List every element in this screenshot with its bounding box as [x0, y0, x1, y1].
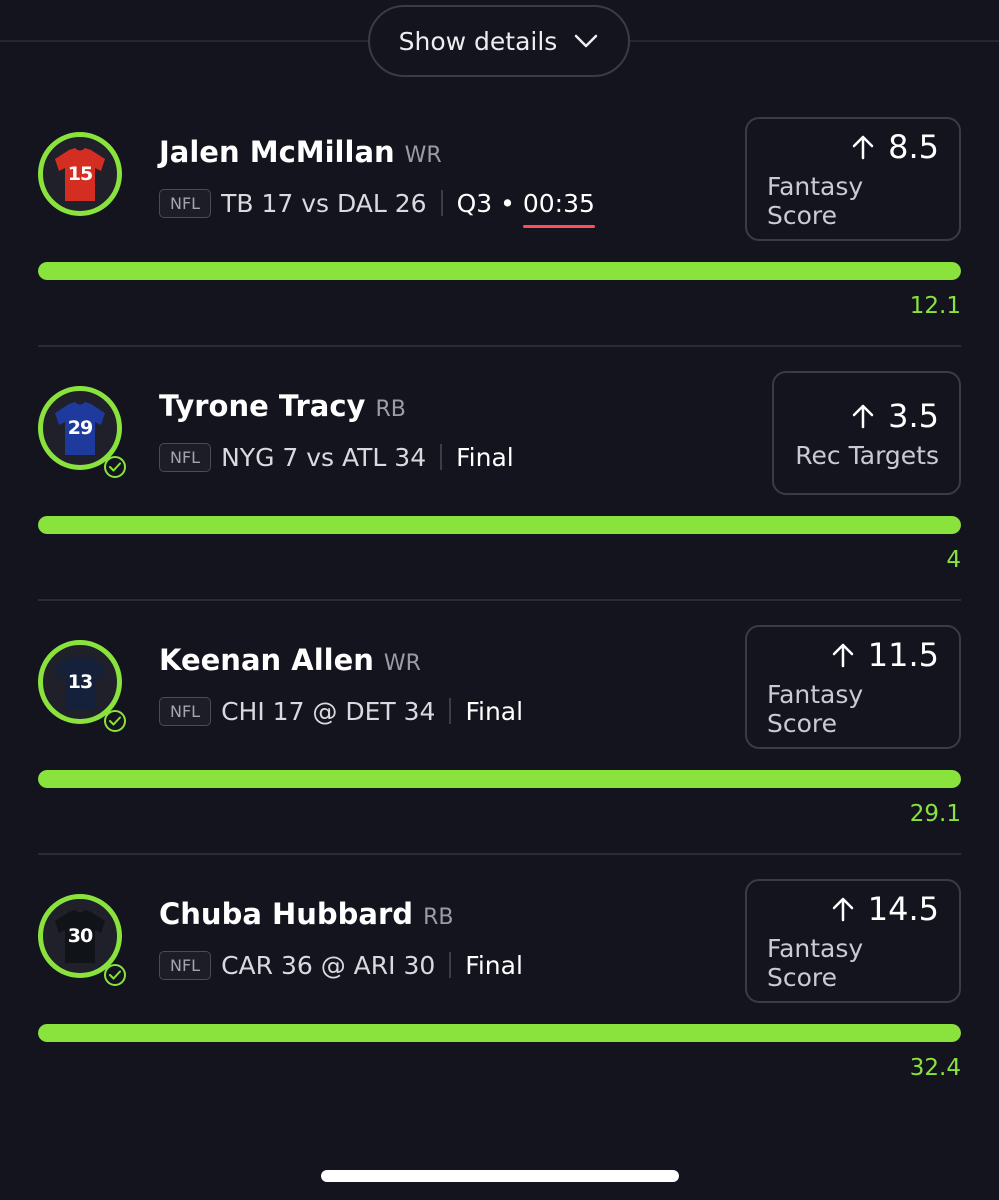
player-name: Jalen McMillan WR — [159, 135, 442, 169]
row-divider — [38, 853, 961, 855]
pick-row[interactable]: 15 Jalen McMillan WR NFL TB 17 vs DAL 26 … — [0, 117, 999, 372]
separator — [449, 952, 452, 978]
matchup: TB 17 vs DAL 26 — [221, 188, 427, 218]
arrow-up-icon — [852, 404, 874, 428]
progress-bar — [38, 262, 961, 280]
check-icon — [104, 710, 126, 732]
game-status: Final — [465, 950, 523, 980]
arrow-up-icon — [832, 643, 853, 668]
matchup: CHI 17 @ DET 34 — [221, 696, 436, 726]
stat-type: Fantasy Score — [767, 680, 864, 738]
projection-value: 3.5 — [888, 396, 939, 435]
player-name-text: Jalen McMillan — [159, 135, 395, 169]
jersey-number: 30 — [67, 925, 93, 947]
pick-row[interactable]: 30 Chuba Hubbard RB NFL CAR 36 @ ARI 30 F… — [0, 879, 999, 1134]
projection-value: 8.5 — [888, 128, 939, 166]
player-position: RB — [375, 397, 406, 422]
projection-value: 14.5 — [867, 890, 939, 928]
game-status: Final — [456, 442, 514, 472]
player-name-text: Chuba Hubbard — [159, 897, 414, 931]
league-badge: NFL — [159, 950, 212, 980]
game-info: NFL CHI 17 @ DET 34 Final — [159, 694, 523, 728]
jersey-number: 15 — [67, 163, 93, 185]
stat-type: Fantasy Score — [767, 172, 864, 230]
chevron-down-icon — [575, 34, 598, 48]
player-name: Keenan Allen WR — [159, 643, 421, 677]
player-name: Tyrone Tracy RB — [159, 389, 406, 423]
player-name: Chuba Hubbard RB — [159, 897, 453, 931]
game-info: NFL CAR 36 @ ARI 30 Final — [159, 948, 523, 982]
arrow-up-icon — [832, 897, 853, 922]
player-position: WR — [404, 143, 442, 168]
projection-box[interactable]: 14.5 Fantasy Score — [745, 879, 961, 1003]
row-divider — [38, 345, 961, 347]
show-details-button[interactable]: Show details — [368, 5, 630, 77]
actual-value: 4 — [946, 547, 961, 573]
progress-bar — [38, 770, 961, 788]
show-details-label: Show details — [398, 26, 558, 56]
row-divider — [38, 599, 961, 601]
actual-value: 29.1 — [909, 801, 961, 827]
separator — [440, 190, 443, 216]
jersey-number: 29 — [67, 417, 93, 439]
player-avatar: 15 — [38, 132, 122, 216]
projection-box[interactable]: 3.5 Rec Targets — [772, 371, 961, 495]
player-name-text: Keenan Allen — [159, 643, 374, 677]
progress-fill — [38, 1024, 961, 1042]
projection-box[interactable]: 8.5 Fantasy Score — [745, 117, 961, 241]
actual-value: 32.4 — [909, 1055, 961, 1081]
player-name-text: Tyrone Tracy — [159, 389, 366, 423]
projection-box[interactable]: 11.5 Fantasy Score — [745, 625, 961, 749]
game-info: NFL TB 17 vs DAL 26 Q3 • 00:35 — [159, 186, 595, 228]
projection-line: 3.5 — [852, 397, 939, 435]
matchup: CAR 36 @ ARI 30 — [221, 950, 436, 980]
progress-bar — [38, 516, 961, 534]
jersey-number: 13 — [67, 671, 93, 693]
matchup: NYG 7 vs ATL 34 — [221, 442, 427, 472]
player-position: RB — [423, 905, 454, 930]
projection-value: 11.5 — [867, 636, 939, 674]
arrow-up-icon — [852, 135, 874, 160]
projection-line: 11.5 — [832, 636, 939, 674]
stat-type: Rec Targets — [795, 440, 939, 470]
check-icon — [104, 964, 126, 986]
league-badge: NFL — [159, 696, 212, 726]
progress-fill — [38, 516, 961, 534]
progress-bar — [38, 1024, 961, 1042]
check-icon — [104, 456, 126, 478]
pick-row[interactable]: 29 Tyrone Tracy RB NFL NYG 7 vs ATL 34 Fi… — [0, 371, 999, 626]
league-badge: NFL — [159, 188, 212, 218]
projection-line: 8.5 — [852, 128, 939, 166]
player-position: WR — [383, 651, 421, 676]
game-info: NFL NYG 7 vs ATL 34 Final — [159, 440, 514, 474]
league-badge: NFL — [159, 442, 212, 472]
projection-line: 14.5 — [832, 890, 939, 928]
game-clock: 00:35 — [522, 188, 595, 228]
actual-value: 12.1 — [909, 293, 961, 319]
stat-type: Fantasy Score — [767, 934, 864, 992]
progress-fill — [38, 262, 961, 280]
progress-fill — [38, 770, 961, 788]
pick-row[interactable]: 13 Keenan Allen WR NFL CHI 17 @ DET 34 Fi… — [0, 625, 999, 880]
separator — [449, 698, 452, 724]
separator — [440, 444, 443, 470]
home-indicator[interactable] — [321, 1170, 679, 1182]
game-status: Final — [465, 696, 524, 726]
game-period: Q3 • — [456, 188, 515, 218]
